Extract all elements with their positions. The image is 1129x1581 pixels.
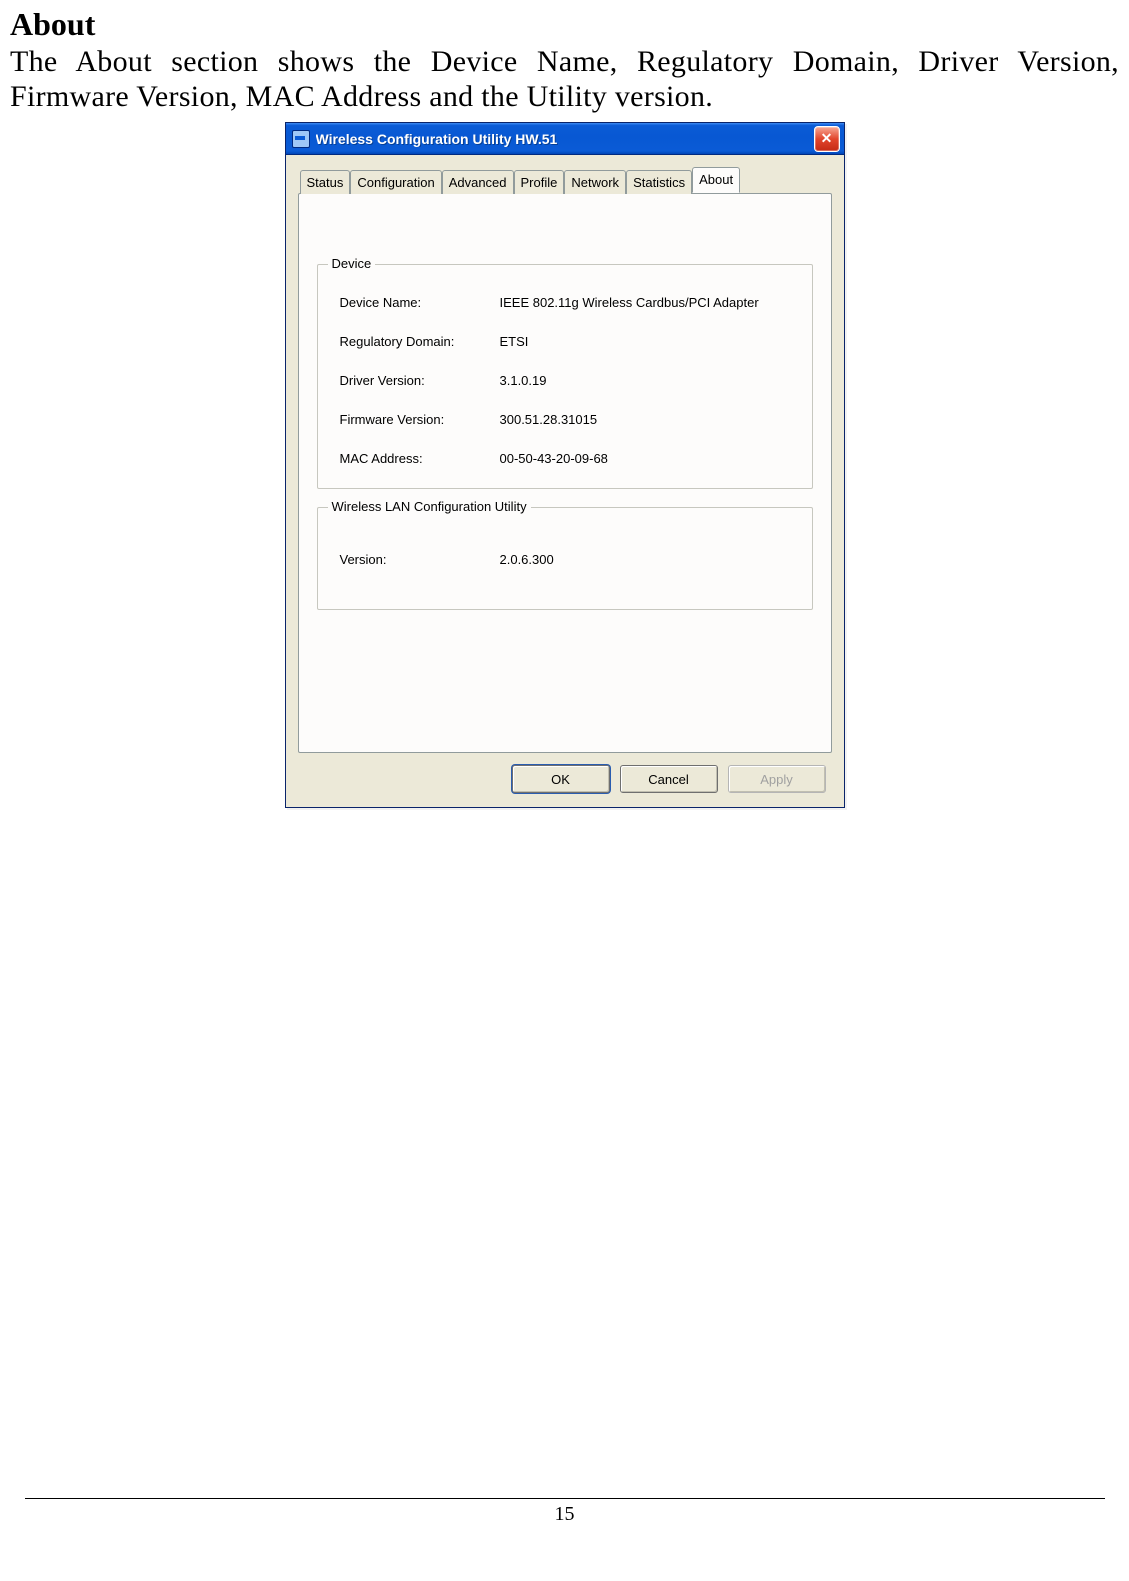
value-utility-version: 2.0.6.300 xyxy=(500,552,798,567)
value-driver-version: 3.1.0.19 xyxy=(500,373,798,388)
value-device-name: IEEE 802.11g Wireless Cardbus/PCI Adapte… xyxy=(500,295,798,310)
tab-statistics[interactable]: Statistics xyxy=(626,170,692,194)
tab-advanced[interactable]: Advanced xyxy=(442,170,514,194)
device-legend: Device xyxy=(328,256,376,271)
device-groupbox: Device Device Name: IEEE 802.11g Wireles… xyxy=(317,264,813,489)
page-footer: 15 xyxy=(25,1498,1105,1526)
tab-about[interactable]: About xyxy=(692,167,740,193)
label-reg-domain: Regulatory Domain: xyxy=(340,334,500,349)
config-dialog: Wireless Configuration Utility HW.51 ✕ S… xyxy=(285,122,845,808)
tab-network[interactable]: Network xyxy=(564,170,626,194)
row-reg-domain: Regulatory Domain: ETSI xyxy=(340,334,798,349)
close-icon: ✕ xyxy=(821,130,833,147)
section-heading: About xyxy=(10,6,1119,43)
tab-status[interactable]: Status xyxy=(300,170,351,194)
label-firmware-version: Firmware Version: xyxy=(340,412,500,427)
utility-legend: Wireless LAN Configuration Utility xyxy=(328,499,531,514)
label-device-name: Device Name: xyxy=(340,295,500,310)
row-mac-address: MAC Address: 00-50-43-20-09-68 xyxy=(340,451,798,466)
window-title: Wireless Configuration Utility HW.51 xyxy=(316,131,814,147)
label-mac-address: MAC Address: xyxy=(340,451,500,466)
tabs-panel: Status Configuration Advanced Profile Ne… xyxy=(298,167,832,753)
row-device-name: Device Name: IEEE 802.11g Wireless Cardb… xyxy=(340,295,798,310)
row-driver-version: Driver Version: 3.1.0.19 xyxy=(340,373,798,388)
row-firmware-version: Firmware Version: 300.51.28.31015 xyxy=(340,412,798,427)
apply-button: Apply xyxy=(728,765,826,793)
page-number: 15 xyxy=(555,1503,575,1525)
tab-body-about: Device Device Name: IEEE 802.11g Wireles… xyxy=(298,193,832,753)
utility-groupbox: Wireless LAN Configuration Utility Versi… xyxy=(317,507,813,610)
tab-configuration[interactable]: Configuration xyxy=(350,170,441,194)
value-reg-domain: ETSI xyxy=(500,334,798,349)
tab-profile[interactable]: Profile xyxy=(514,170,565,194)
button-row: OK Cancel Apply xyxy=(298,753,832,793)
label-driver-version: Driver Version: xyxy=(340,373,500,388)
close-button[interactable]: ✕ xyxy=(814,126,840,152)
label-utility-version: Version: xyxy=(340,552,500,567)
tabs-row: Status Configuration Advanced Profile Ne… xyxy=(298,167,832,193)
titlebar[interactable]: Wireless Configuration Utility HW.51 ✕ xyxy=(286,123,844,155)
section-intro: The About section shows the Device Name,… xyxy=(10,45,1119,114)
row-utility-version: Version: 2.0.6.300 xyxy=(340,552,798,567)
cancel-button[interactable]: Cancel xyxy=(620,765,718,793)
value-firmware-version: 300.51.28.31015 xyxy=(500,412,798,427)
value-mac-address: 00-50-43-20-09-68 xyxy=(500,451,798,466)
app-icon xyxy=(292,130,310,148)
ok-button[interactable]: OK xyxy=(512,765,610,793)
dialog-body: Status Configuration Advanced Profile Ne… xyxy=(286,155,844,807)
